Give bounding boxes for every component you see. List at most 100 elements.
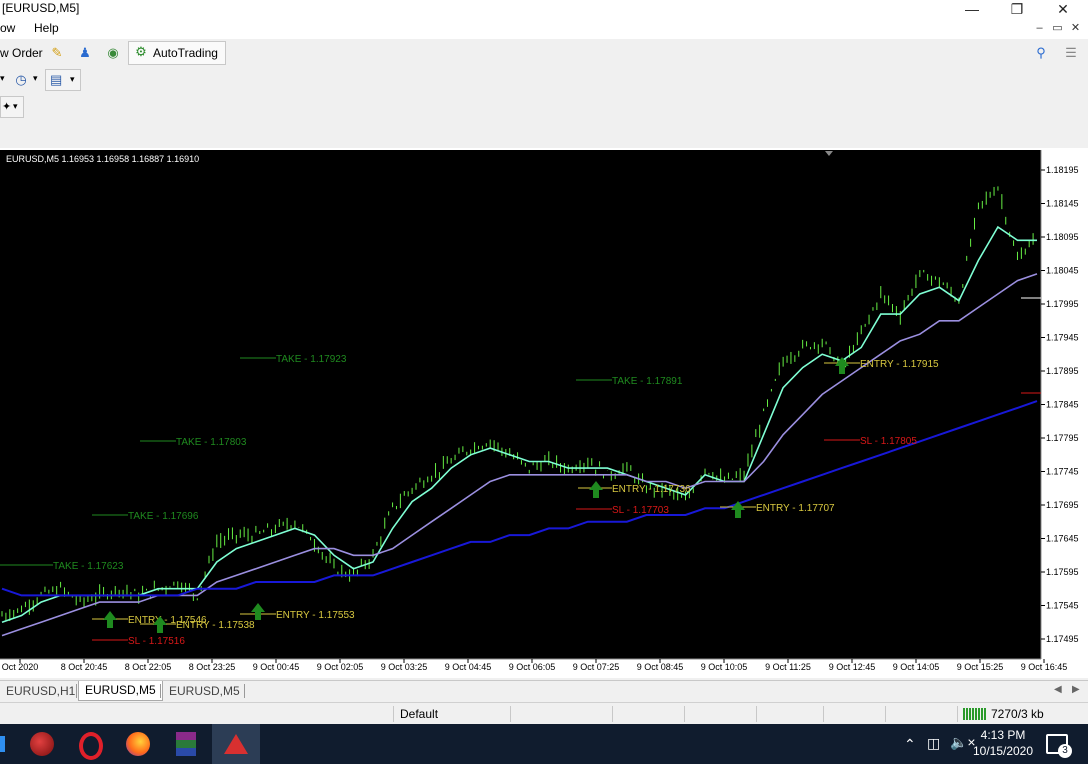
y-tick-label: 1.17695 xyxy=(1046,500,1079,510)
x-tick-label: 9 Oct 12:45 xyxy=(829,662,876,672)
x-tick-label: 9 Oct 00:45 xyxy=(253,662,300,672)
tab-eurusd-h1[interactable]: EURUSD,H1 xyxy=(0,683,81,699)
menu-bar: ow Help xyxy=(0,19,1088,39)
tray-date: 10/15/2020 xyxy=(972,744,1034,758)
level-label: ENTRY - 1.17707 xyxy=(756,503,835,514)
y-tick-label: 1.18095 xyxy=(1046,232,1079,242)
metatrader-icon[interactable] xyxy=(212,724,260,764)
level-label: TAKE - 1.17923 xyxy=(276,354,347,365)
title-bar: [EURUSD,M5] — ❐ ✕ xyxy=(0,0,1088,19)
level-label: TAKE - 1.17803 xyxy=(176,437,247,448)
menu-item-help[interactable]: Help xyxy=(34,21,59,35)
y-tick-label: 1.17745 xyxy=(1046,467,1079,477)
autotrading-label: AutoTrading xyxy=(153,46,218,60)
clock-area[interactable]: 4:13 PM 10/15/2020 xyxy=(970,728,1036,758)
price-chart[interactable]: EURUSD,M5 1.16953 1.16958 1.16887 1.1691… xyxy=(0,150,1088,677)
tab-eurusd-m5[interactable]: EURUSD,M5 xyxy=(163,683,246,699)
level-label: TAKE - 1.17891 xyxy=(612,376,683,387)
y-tick-label: 1.17995 xyxy=(1046,299,1079,309)
close-icon[interactable]: ✕ xyxy=(1046,0,1080,19)
chevron-down-icon: ▾ xyxy=(70,74,75,84)
search-icon[interactable]: ⚲ xyxy=(1032,44,1050,62)
traffic-info: 7270/3 kb xyxy=(991,707,1044,721)
winrar-icon[interactable] xyxy=(162,724,210,764)
level-label: SL - 1.17703 xyxy=(612,505,669,516)
network-icon[interactable]: ◫ xyxy=(927,735,940,752)
level-label: TAKE - 1.17696 xyxy=(128,511,199,522)
y-tick-label: 1.17645 xyxy=(1046,534,1079,544)
y-tick-label: 1.18145 xyxy=(1046,199,1079,209)
mdi-close-icon[interactable]: ✕ xyxy=(1068,21,1083,36)
tray-chevron-up-icon[interactable]: ⌃ xyxy=(904,736,916,753)
level-label: TAKE - 1.17623 xyxy=(53,561,124,572)
y-tick-label: 1.17945 xyxy=(1046,333,1079,343)
x-tick-label: 9 Oct 06:05 xyxy=(509,662,556,672)
chat-icon[interactable]: ☰ xyxy=(1062,44,1080,62)
x-tick-label: 9 Oct 15:25 xyxy=(957,662,1004,672)
tab-scroll-left-icon[interactable]: ◀ xyxy=(1054,684,1062,695)
user-icon[interactable]: ♟ xyxy=(76,44,94,62)
y-tick-label: 1.18045 xyxy=(1046,266,1079,276)
new-order-button[interactable]: w Order xyxy=(0,46,43,60)
menu-item-window[interactable]: ow xyxy=(0,21,15,35)
arrows-icon: ✦ xyxy=(2,101,12,113)
x-tick-label: 9 Oct 14:05 xyxy=(893,662,940,672)
firefox-icon[interactable] xyxy=(114,724,162,764)
x-tick-label: Oct 2020 xyxy=(2,662,39,672)
chart-tabs: EURUSD,H1 EURUSD,M5 EURUSD,M5 ◀ ▶ xyxy=(0,680,1088,701)
dropdown-icon[interactable]: ▾ xyxy=(0,73,8,87)
opera-icon[interactable] xyxy=(66,724,114,764)
level-label: ENTRY - 1.17553 xyxy=(276,610,355,621)
standard-toolbar: w Order ✎ ♟ ◉ ⚙ AutoTrading ⚲ ☰ xyxy=(0,39,1088,67)
profile-name: Default xyxy=(400,707,439,721)
notification-count: 3 xyxy=(1058,744,1072,758)
template-icon: ▤ xyxy=(50,72,63,87)
restore-icon[interactable]: ❐ xyxy=(1000,0,1034,19)
x-tick-label: 9 Oct 10:05 xyxy=(701,662,748,672)
y-tick-label: 1.17495 xyxy=(1046,634,1079,644)
chevron-down-icon: ▾ xyxy=(13,101,18,111)
x-tick-label: 9 Oct 08:45 xyxy=(637,662,684,672)
y-tick-label: 1.18195 xyxy=(1046,165,1079,175)
level-label: SL - 1.17805 xyxy=(860,436,917,447)
autotrading-button[interactable]: ⚙ AutoTrading xyxy=(128,41,226,65)
x-tick-label: 9 Oct 16:45 xyxy=(1021,662,1068,672)
chart-header: EURUSD,M5 1.16953 1.16958 1.16887 1.1691… xyxy=(6,154,199,164)
notification-icon[interactable]: 3 xyxy=(1046,734,1072,758)
y-tick-label: 1.17795 xyxy=(1046,433,1079,443)
y-tick-label: 1.17895 xyxy=(1046,366,1079,376)
x-tick-label: 9 Oct 03:25 xyxy=(381,662,428,672)
chevron-down-icon[interactable]: ▾ xyxy=(33,73,38,84)
signal-icon[interactable]: ◉ xyxy=(104,44,122,62)
windows-taskbar: ⌃ ◫ 🔈× 4:13 PM 10/15/2020 3 xyxy=(0,724,1088,764)
pencil-icon[interactable]: ✎ xyxy=(48,44,66,62)
y-tick-label: 1.17595 xyxy=(1046,567,1079,577)
taskbar-app-red-icon[interactable] xyxy=(18,724,66,764)
level-label: ENTRY - 1.17736 xyxy=(612,484,691,495)
templates-button[interactable]: ▤ ▾ xyxy=(45,69,81,91)
mdi-minimize-icon[interactable]: – xyxy=(1032,21,1047,36)
minimize-icon[interactable]: — xyxy=(955,0,989,19)
chart-plot-area xyxy=(0,150,1041,659)
x-tick-label: 8 Oct 23:25 xyxy=(189,662,236,672)
y-tick-label: 1.17845 xyxy=(1046,400,1079,410)
drawing-toolbar: ✦ ▾ xyxy=(0,94,1088,121)
mdi-restore-icon[interactable]: ▭ xyxy=(1050,21,1065,36)
connection-bars-icon xyxy=(963,708,987,720)
line-tools-button[interactable]: ✦ ▾ xyxy=(0,96,24,118)
status-bar: Default 7270/3 kb xyxy=(0,702,1088,725)
window-title: [EURUSD,M5] xyxy=(2,1,80,15)
x-tick-label: 8 Oct 22:05 xyxy=(125,662,172,672)
clock-icon[interactable]: ◷ xyxy=(12,71,30,89)
x-tick-label: 9 Oct 07:25 xyxy=(573,662,620,672)
level-label: ENTRY - 1.17538 xyxy=(176,620,255,631)
periods-toolbar: ▾ ◷ ▾ ▤ ▾ xyxy=(0,67,1088,94)
start-edge-icon[interactable] xyxy=(0,736,5,752)
tab-scroll-right-icon[interactable]: ▶ xyxy=(1072,684,1080,695)
y-tick-label: 1.17545 xyxy=(1046,601,1079,611)
x-tick-label: 9 Oct 02:05 xyxy=(317,662,364,672)
tray-time: 4:13 PM xyxy=(980,728,1026,742)
tab-eurusd-m5-active[interactable]: EURUSD,M5 xyxy=(78,681,163,701)
x-tick-label: 8 Oct 20:45 xyxy=(61,662,108,672)
level-label: SL - 1.17516 xyxy=(128,636,185,647)
